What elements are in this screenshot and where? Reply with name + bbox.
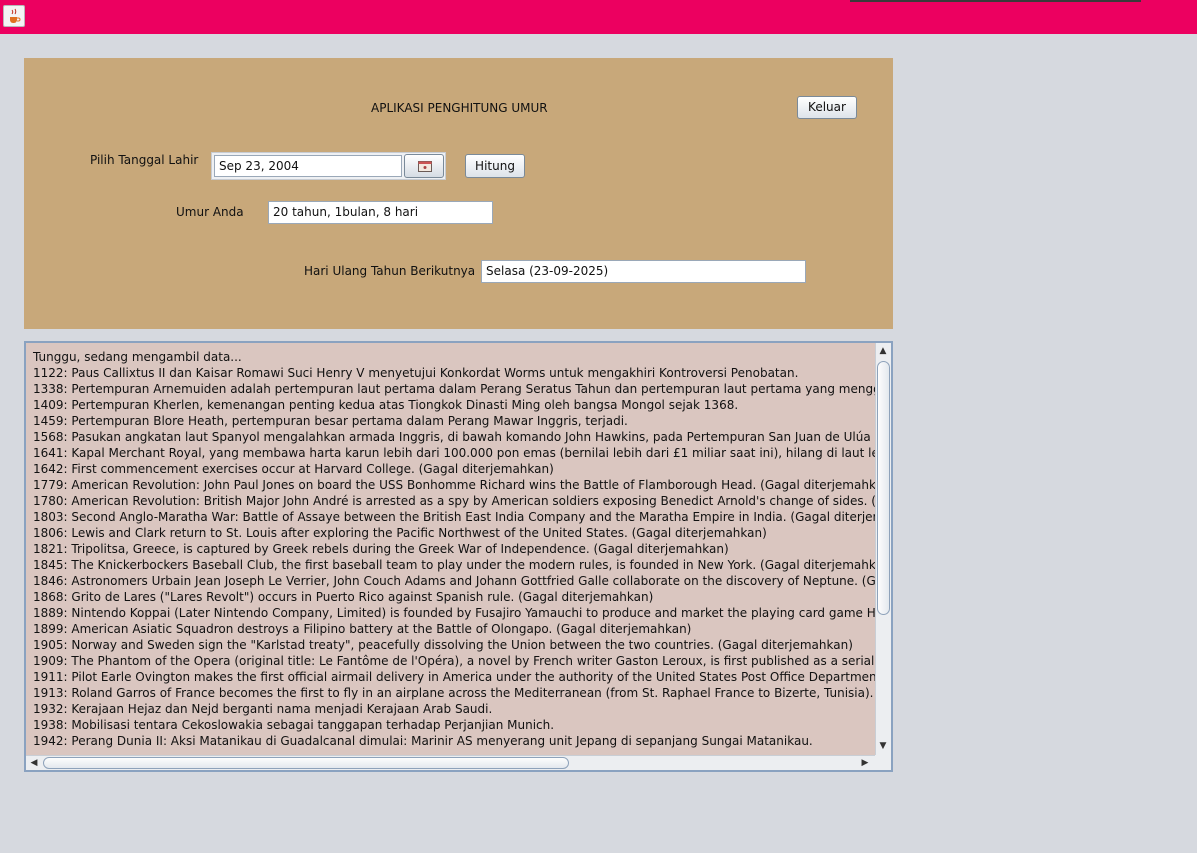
app-title: APLIKASI PENGHITUNG UMUR bbox=[371, 101, 548, 115]
log-line: 1911: Pilot Earle Ovington makes the fir… bbox=[33, 670, 875, 684]
arrow-down-icon[interactable]: ▼ bbox=[876, 739, 890, 753]
window-titlebar bbox=[0, 0, 1197, 34]
log-line: 1642: First commencement exercises occur… bbox=[33, 462, 554, 476]
log-line: 1889: Nintendo Koppai (Later Nintendo Co… bbox=[33, 606, 875, 620]
titlebar-field bbox=[850, 0, 1141, 2]
arrow-left-icon[interactable]: ◀ bbox=[27, 756, 41, 770]
log-line: 1899: American Asiatic Squadron destroys… bbox=[33, 622, 692, 636]
log-line: 1779: American Revolution: John Paul Jon… bbox=[33, 478, 875, 492]
log-line: 1803: Second Anglo-Maratha War: Battle o… bbox=[33, 510, 875, 524]
birthdate-input[interactable]: Sep 23, 2004 bbox=[214, 155, 402, 177]
log-line: 1938: Mobilisasi tentara Cekoslowakia se… bbox=[33, 718, 555, 732]
arrow-up-icon[interactable]: ▲ bbox=[876, 344, 890, 358]
horizontal-scrollbar[interactable]: ◀ ▶ bbox=[26, 755, 875, 770]
vertical-scrollbar[interactable]: ▲ ▼ bbox=[875, 343, 891, 755]
log-line: 1780: American Revolution: British Major… bbox=[33, 494, 875, 508]
log-line: 1806: Lewis and Clark return to St. Loui… bbox=[33, 526, 767, 540]
birthdate-label: Pilih Tanggal Lahir bbox=[90, 153, 199, 167]
log-line: Tunggu, sedang mengambil data... bbox=[33, 350, 242, 364]
history-log-lines: Tunggu, sedang mengambil data... 1122: Pa… bbox=[26, 343, 875, 749]
log-line: 1942: Perang Dunia II: Aksi Matanikau di… bbox=[33, 734, 813, 748]
log-line: 1409: Pertempuran Kherlen, kemenangan pe… bbox=[33, 398, 739, 412]
log-line: 1122: Paus Callixtus II dan Kaisar Romaw… bbox=[33, 366, 799, 380]
calendar-icon bbox=[418, 161, 432, 172]
log-line: 1568: Pasukan angkatan laut Spanyol meng… bbox=[33, 430, 875, 444]
log-line: 1641: Kapal Merchant Royal, yang membawa… bbox=[33, 446, 875, 460]
exit-button[interactable]: Keluar bbox=[797, 96, 857, 119]
log-line: 1913: Roland Garros of France becomes th… bbox=[33, 686, 875, 700]
next-birthday-output[interactable]: Selasa (23-09-2025) bbox=[481, 260, 806, 283]
scroll-corner bbox=[875, 755, 891, 770]
date-chooser: Sep 23, 2004 bbox=[211, 152, 446, 180]
horizontal-scroll-thumb[interactable] bbox=[43, 757, 569, 769]
java-coffee-icon[interactable] bbox=[3, 5, 25, 27]
log-line: 1338: Pertempuran Arnemuiden adalah pert… bbox=[33, 382, 875, 396]
vertical-scroll-thumb[interactable] bbox=[877, 361, 890, 615]
history-log-panel: Tunggu, sedang mengambil data... 1122: Pa… bbox=[24, 341, 893, 772]
history-log-textarea[interactable]: Tunggu, sedang mengambil data... 1122: Pa… bbox=[26, 343, 875, 755]
log-line: 1821: Tripolitsa, Greece, is captured by… bbox=[33, 542, 729, 556]
log-line: 1846: Astronomers Urbain Jean Joseph Le … bbox=[33, 574, 875, 588]
calculate-button[interactable]: Hitung bbox=[465, 154, 525, 178]
next-birthday-label: Hari Ulang Tahun Berikutnya bbox=[304, 264, 476, 278]
log-line: 1845: The Knickerbockers Baseball Club, … bbox=[33, 558, 875, 572]
arrow-right-icon[interactable]: ▶ bbox=[858, 756, 872, 770]
form-panel: APLIKASI PENGHITUNG UMUR Keluar Pilih Ta… bbox=[24, 58, 893, 329]
log-line: 1905: Norway and Sweden sign the "Karlst… bbox=[33, 638, 853, 652]
log-line: 1932: Kerajaan Hejaz dan Nejd berganti n… bbox=[33, 702, 493, 716]
age-output[interactable]: 20 tahun, 1bulan, 8 hari bbox=[268, 201, 493, 224]
log-line: 1909: The Phantom of the Opera (original… bbox=[33, 654, 875, 668]
age-label: Umur Anda bbox=[176, 205, 244, 219]
calendar-button[interactable] bbox=[404, 154, 444, 178]
log-line: 1868: Grito de Lares ("Lares Revolt") oc… bbox=[33, 590, 654, 604]
log-line: 1459: Pertempuran Blore Heath, pertempur… bbox=[33, 414, 628, 428]
